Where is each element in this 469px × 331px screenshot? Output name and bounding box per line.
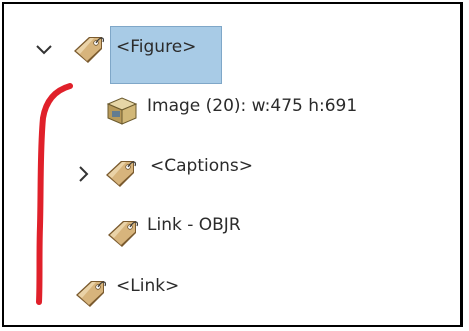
tree-item-label: <Figure> xyxy=(116,37,197,57)
tree-item-label: <Captions> xyxy=(150,156,253,176)
tree-item-image[interactable]: Image (20): w:475 h:691 xyxy=(100,88,400,128)
tree-item-label: Image (20): w:475 h:691 xyxy=(147,96,358,116)
chevron-down-icon[interactable] xyxy=(34,40,54,60)
tree-item-captions[interactable]: <Captions> xyxy=(70,154,330,194)
tag-icon xyxy=(72,34,106,64)
tag-icon xyxy=(106,218,140,248)
tag-icon xyxy=(74,278,108,308)
tree-item-label: <Link> xyxy=(116,276,180,296)
image-box-icon xyxy=(104,94,140,126)
tree-item-link-objr[interactable]: Link - OBJR xyxy=(100,212,340,252)
tree-item-link[interactable]: <Link> xyxy=(70,272,270,312)
tag-icon xyxy=(104,158,138,188)
chevron-right-icon[interactable] xyxy=(74,164,94,184)
tree-item-label: Link - OBJR xyxy=(147,215,241,235)
